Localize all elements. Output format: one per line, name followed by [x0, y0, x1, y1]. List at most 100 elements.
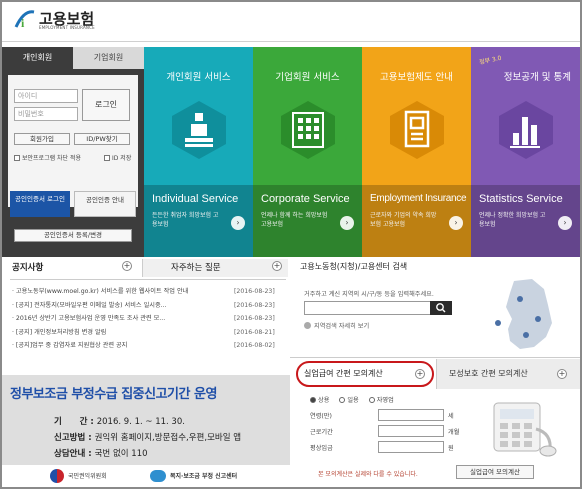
contact-label: 상담안내 : [54, 449, 92, 459]
cert-login-button[interactable]: 공인인증서 로그인 [10, 191, 70, 217]
search-icon [436, 303, 446, 313]
calculator-icon [490, 399, 560, 461]
document-icon [386, 99, 448, 163]
checkbox-icon [104, 155, 110, 161]
wage-input[interactable] [378, 441, 444, 453]
org-report-center: 복지·보조금 부정 신고센터 [170, 473, 238, 480]
radio-regular[interactable]: 상용 [310, 397, 329, 404]
find-id-pw-button[interactable]: ID/PW찾기 [74, 133, 130, 145]
arrow-right-icon[interactable]: › [231, 216, 245, 230]
login-button[interactable]: 로그인 [82, 89, 130, 121]
bullet-icon [304, 322, 311, 329]
faq-more-plus-icon[interactable]: + [272, 261, 282, 271]
arrow-right-icon[interactable]: › [340, 216, 354, 230]
unemployment-calc-button[interactable]: 실업급여 모의계산 [456, 465, 534, 479]
list-item[interactable]: · 2016년 상반기 고용보험사업 운영 만족도 조사 관련 모... [201… [12, 312, 284, 326]
wage-label: 평상임금 [310, 445, 333, 452]
notice-date: [2016-08-21] [234, 328, 275, 336]
building-icon [277, 99, 339, 163]
radio-daily[interactable]: 일용 [339, 397, 359, 404]
contact-value: 국번 없이 110 [94, 449, 148, 459]
list-item[interactable]: · [공지] 개인정보처리방침 변경 알림 [2016-08-21] [12, 326, 284, 340]
notice-title[interactable]: · [공지]업무 중 감염자료 지원협상 관련 공지 [12, 339, 230, 353]
tile-english-title: Corporate Service [261, 193, 350, 205]
notice-title[interactable]: · 고용노동부(www.moel.go.kr) 서비스를 위한 웹사이트 작업 … [12, 285, 230, 299]
banner-footer: 국민권익위원회 복지·보조금 부정 신고센터 [2, 465, 290, 487]
password-input[interactable]: 비밀번호 [14, 107, 78, 121]
tile-employment-insurance[interactable]: 고용보험제도 안내 Employment Insurance 근로자와 기업의 … [362, 47, 471, 257]
office-search-input[interactable] [304, 301, 432, 315]
local-search-label: 지역검색 자세히 보기 [314, 323, 370, 330]
banner-title: 정부보조금 부정수급 집중신고기간 운영 [10, 387, 217, 402]
list-item[interactable]: · [공지]업무 중 감염자료 지원협상 관련 공지 [2016-08-02] [12, 339, 284, 353]
tile-statistics-service[interactable]: 정부 3.0 정보공개 및 통계 Statistics Service 언제나 … [471, 47, 580, 257]
wage-unit: 원 [448, 445, 454, 452]
office-search-title: 고용노동청(지청)/고용센터 검색 [300, 262, 408, 271]
site-header: i 고용보험 EMPLOYMENT INSURANCE [2, 2, 580, 42]
arrow-right-icon[interactable]: › [558, 216, 572, 230]
search-button[interactable] [430, 301, 452, 315]
report-center-logo-icon [150, 470, 166, 482]
id-input[interactable]: 아이디 [14, 89, 78, 103]
radio-label: 상용 [318, 397, 330, 404]
tab-personal-member[interactable]: 개인회원 [2, 47, 73, 69]
method-value: 권익위 홈페이지,방문접수,우편,모바일 앱 [94, 433, 242, 443]
tile-corporate-service[interactable]: 기업회원 서비스 Corporate Service 언제나 함께 하는 희망보… [253, 47, 362, 257]
notice-date: [2016-08-23] [234, 301, 275, 309]
list-item[interactable]: · 고용노동부(www.moel.go.kr) 서비스를 위한 웹사이트 작업 … [12, 285, 284, 299]
divider [290, 357, 580, 358]
radio-label: 일용 [347, 397, 359, 404]
korea-map-icon[interactable] [486, 275, 566, 357]
tab-maternity-calc[interactable]: 모성보호 간편 모의계산 + [436, 359, 580, 389]
work-period-label: 근로기간 [310, 429, 333, 436]
bar-chart-icon [495, 99, 557, 163]
save-id-checkbox[interactable]: ID 저장 [104, 153, 131, 162]
signup-button[interactable]: 회원가입 [14, 133, 70, 145]
radio-label: 자영업 [376, 397, 394, 404]
logo-mark-icon: i [14, 8, 36, 30]
arrow-right-icon[interactable]: › [449, 216, 463, 230]
notice-date: [2016-08-02] [234, 342, 275, 349]
office-search-panel: 고용노동청(지청)/고용센터 검색 거주하고 계신 지역의 시/구/동 등을 입… [290, 257, 580, 357]
checkbox-icon [14, 155, 20, 161]
tile-english-title: Employment Insurance [370, 193, 467, 204]
svg-text:i: i [21, 16, 25, 30]
notice-date: [2016-08-23] [234, 315, 275, 322]
plus-icon[interactable]: + [557, 369, 567, 379]
list-item[interactable]: · [공지] 전자통지(모바일우편 이메일 발송) 서비스 일시중... [201… [12, 299, 284, 313]
radio-icon [310, 397, 316, 403]
tile-description: 근로자와 기업의 약속 희망보험 고용보험 [370, 212, 437, 228]
period-label: 기 간 : [54, 417, 94, 427]
notice-title[interactable]: · [공지] 개인정보처리방침 변경 알림 [12, 326, 230, 340]
calc-disclaimer: 본 모의계산은 실제와 다를 수 있습니다. [318, 471, 418, 478]
tab-faq[interactable]: 자주하는 질문 [142, 259, 288, 277]
calculator-panel: 실업급여 간편 모의계산 + 모성보호 간편 모의계산 + 상용 일용 자영업 … [290, 357, 580, 487]
age-input[interactable] [378, 409, 444, 421]
cert-register-button[interactable]: 공인인증서 등록/변경 [14, 229, 132, 242]
notice-more-plus-icon[interactable]: + [122, 261, 132, 271]
notice-title[interactable]: · 2016년 상반기 고용보험사업 운영 만족도 조사 관련 모... [12, 312, 230, 326]
tab-notice[interactable]: 공지사항 [12, 259, 43, 277]
tab-notice-label: 공지사항 [12, 263, 44, 273]
tile-english-title: Individual Service [152, 193, 239, 205]
security-program-checkbox[interactable]: 보안프로그램 차단 적용 [14, 153, 81, 162]
tile-title: 기업회원 서비스 [275, 72, 340, 83]
cert-guide-button[interactable]: 공인인증 안내 [74, 191, 136, 217]
login-panel: 개인회원 기업회원 아이디 비밀번호 로그인 회원가입 ID/PW찾기 보안프로… [2, 47, 144, 257]
local-search-link[interactable]: 지역검색 자세히 보기 [304, 321, 369, 330]
method-label: 신고방법 : [54, 433, 92, 443]
tab-corporate-member[interactable]: 기업회원 [73, 47, 144, 69]
radio-icon [339, 397, 346, 403]
highlight-circle [296, 361, 434, 387]
work-period-input[interactable] [378, 425, 444, 437]
age-label: 연령(만) [310, 413, 332, 420]
tile-individual-service[interactable]: 개인회원 서비스 Individual Service 든든한 취업자 희망보험… [144, 47, 253, 257]
tab-maternity-calc-label: 모성보호 간편 모의계산 [449, 369, 528, 378]
tab-faq-label: 자주하는 질문 [171, 263, 221, 273]
radio-self-employed[interactable]: 자영업 [368, 397, 394, 404]
tile-title: 개인회원 서비스 [166, 72, 231, 83]
notice-title[interactable]: · [공지] 전자통지(모바일우편 이메일 발송) 서비스 일시중... [12, 299, 230, 313]
radio-icon [368, 397, 375, 403]
fraud-report-banner[interactable]: 정부보조금 부정수급 집중신고기간 운영 기 간 : 2016. 9. 1. ~… [2, 375, 290, 487]
person-icon [168, 99, 230, 163]
